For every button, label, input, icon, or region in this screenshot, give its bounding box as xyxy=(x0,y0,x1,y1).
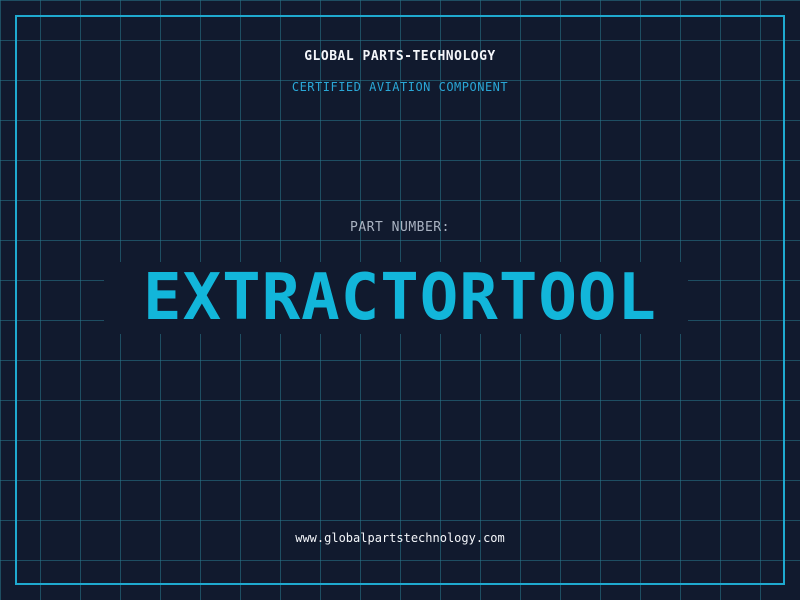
website-url: www.globalpartstechnology.com xyxy=(295,531,505,545)
part-number-label: PART NUMBER: xyxy=(350,220,450,235)
part-number-value: EXTRACTORTOOL xyxy=(143,261,657,335)
company-name: GLOBAL PARTS-TECHNOLOGY xyxy=(304,49,496,64)
certification-subtitle: CERTIFIED AVIATION COMPONENT xyxy=(291,80,509,94)
label-canvas: GLOBAL PARTS-TECHNOLOGY CERTIFIED AVIATI… xyxy=(0,0,800,600)
